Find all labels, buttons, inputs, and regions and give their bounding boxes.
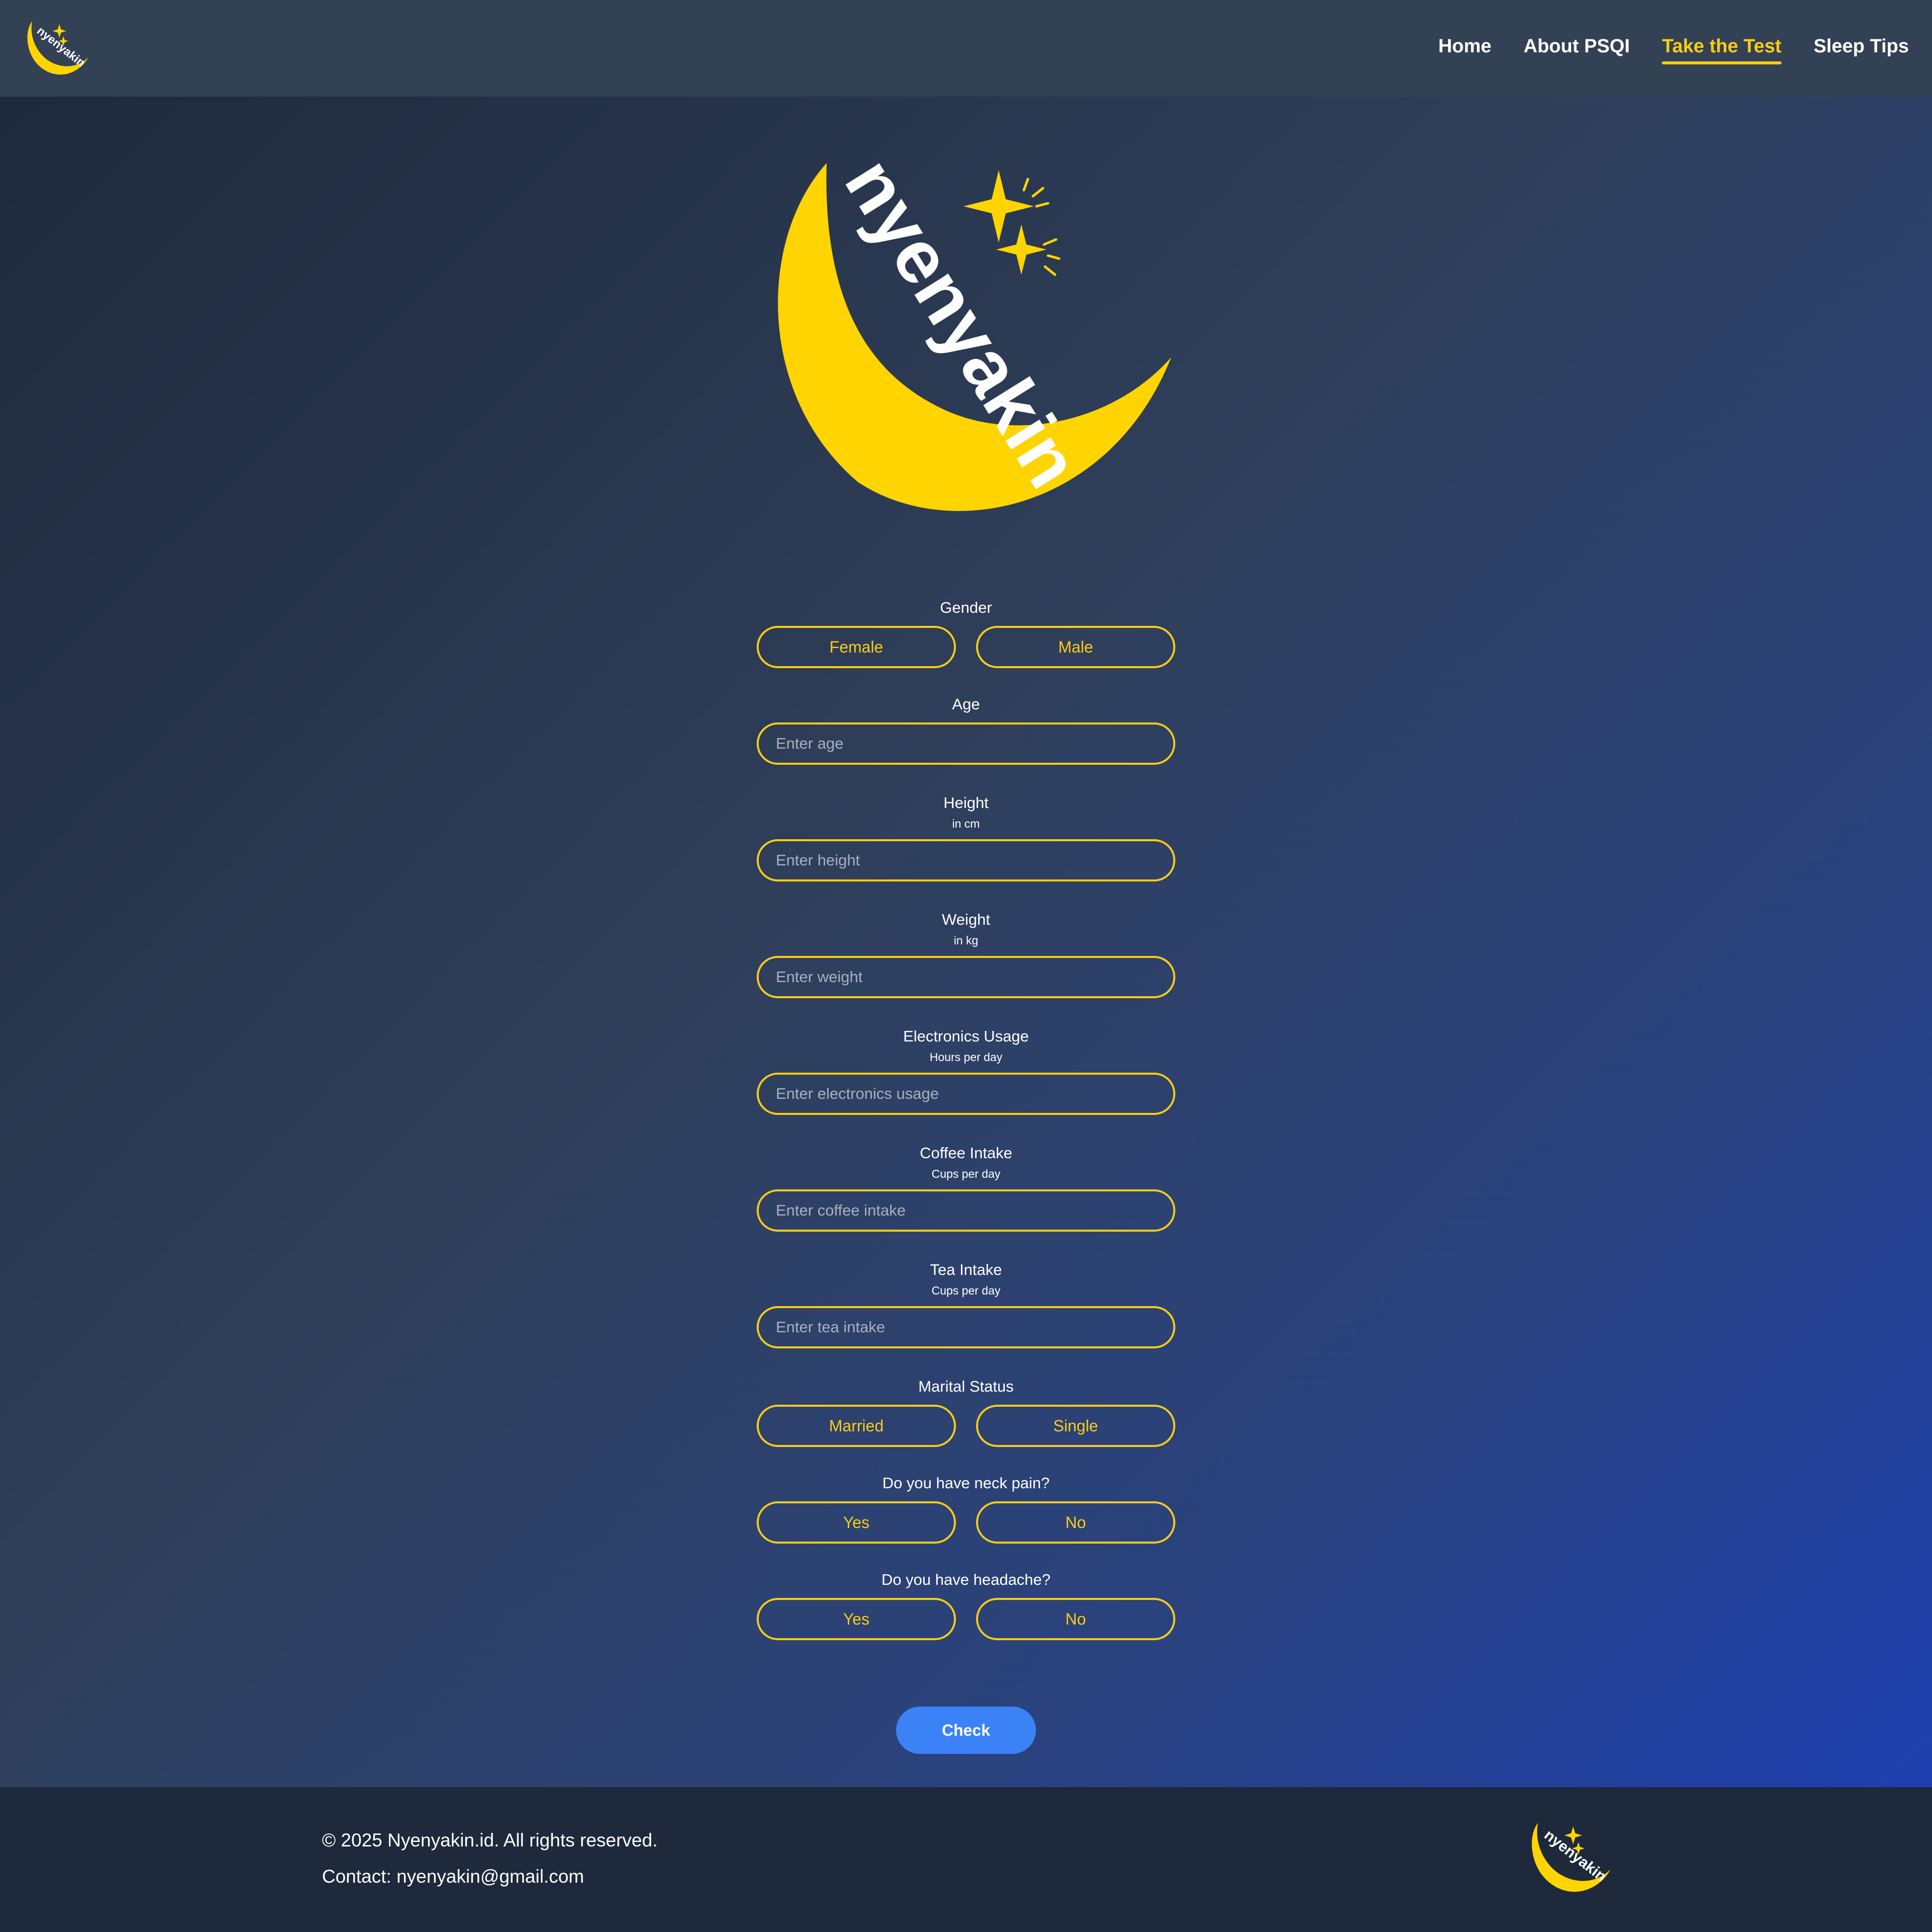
electronics-unit: Hours per day — [929, 1051, 1003, 1064]
coffee-field: Coffee Intake Cups per day — [757, 1143, 1175, 1232]
height-field: Height in cm — [757, 793, 1175, 881]
tea-unit: Cups per day — [931, 1284, 1001, 1297]
marital-options: Married Single — [757, 1405, 1175, 1447]
headache-label: Do you have headache? — [881, 1571, 1051, 1588]
height-label: Height — [943, 794, 989, 812]
weight-label: Weight — [942, 911, 990, 928]
nyenyakin-logo-icon[interactable]: nyenyakin — [24, 20, 89, 78]
neck-pain-yes-button[interactable]: Yes — [757, 1501, 956, 1544]
neck-pain-label: Do you have neck pain? — [882, 1474, 1050, 1492]
nav-take-the-test[interactable]: Take the Test — [1662, 36, 1782, 64]
coffee-input[interactable] — [757, 1189, 1175, 1232]
gender-options: Female Male — [757, 626, 1175, 668]
height-unit: in cm — [952, 817, 980, 830]
main-nav: Home About PSQI Take the Test Sleep Tips — [1406, 0, 1909, 97]
coffee-label: Coffee Intake — [920, 1144, 1012, 1162]
nav-sleep-tips[interactable]: Sleep Tips — [1814, 36, 1909, 61]
headache-field: Do you have headache? Yes No — [757, 1570, 1175, 1640]
hero-moon-logo-icon: nyenyakin — [778, 160, 1171, 511]
electronics-input[interactable] — [757, 1073, 1175, 1115]
age-input[interactable] — [757, 722, 1175, 765]
marital-single-button[interactable]: Single — [976, 1405, 1175, 1447]
neck-pain-field: Do you have neck pain? Yes No — [757, 1473, 1175, 1544]
coffee-unit: Cups per day — [931, 1167, 1001, 1180]
gender-female-button[interactable]: Female — [757, 626, 956, 668]
footer — [0, 1787, 1932, 1932]
weight-unit: in kg — [953, 934, 979, 947]
navbar: nyenyakin Home About PSQI Take the Test … — [0, 0, 1932, 97]
check-button[interactable]: Check — [896, 1707, 1036, 1754]
nav-home[interactable]: Home — [1438, 36, 1492, 61]
age-field: Age — [757, 694, 1175, 765]
marital-label: Marital Status — [918, 1378, 1014, 1395]
tea-label: Tea Intake — [930, 1261, 1002, 1278]
height-input[interactable] — [757, 839, 1175, 881]
headache-yes-button[interactable]: Yes — [757, 1598, 956, 1640]
neck-pain-options: Yes No — [757, 1501, 1175, 1544]
gender-male-button[interactable]: Male — [976, 626, 1175, 668]
electronics-field: Electronics Usage Hours per day — [757, 1026, 1175, 1115]
headache-options: Yes No — [757, 1598, 1175, 1640]
submit-area: Check — [896, 1707, 1036, 1754]
footer-copyright: © 2025 Nyenyakin.id. All rights reserved… — [322, 1830, 658, 1850]
neck-pain-no-button[interactable]: No — [976, 1501, 1175, 1544]
footer-logo-icon: nyenyakin — [1532, 1823, 1611, 1892]
nav-about-psqi[interactable]: About PSQI — [1523, 36, 1630, 61]
headache-no-button[interactable]: No — [976, 1598, 1175, 1640]
weight-input[interactable] — [757, 956, 1175, 998]
age-label: Age — [952, 695, 980, 713]
tea-field: Tea Intake Cups per day — [757, 1260, 1175, 1348]
gender-field: Gender Female Male — [757, 598, 1175, 668]
marital-field: Marital Status Married Single — [757, 1377, 1175, 1447]
tea-input[interactable] — [757, 1306, 1175, 1348]
gender-label: Gender — [940, 599, 992, 616]
psqi-test-form: Gender Female Male Age Height in cm Weig… — [757, 598, 1175, 1640]
electronics-label: Electronics Usage — [903, 1027, 1029, 1045]
footer-contact: Contact: nyenyakin@gmail.com — [322, 1866, 584, 1887]
marital-married-button[interactable]: Married — [757, 1405, 956, 1447]
weight-field: Weight in kg — [757, 910, 1175, 998]
